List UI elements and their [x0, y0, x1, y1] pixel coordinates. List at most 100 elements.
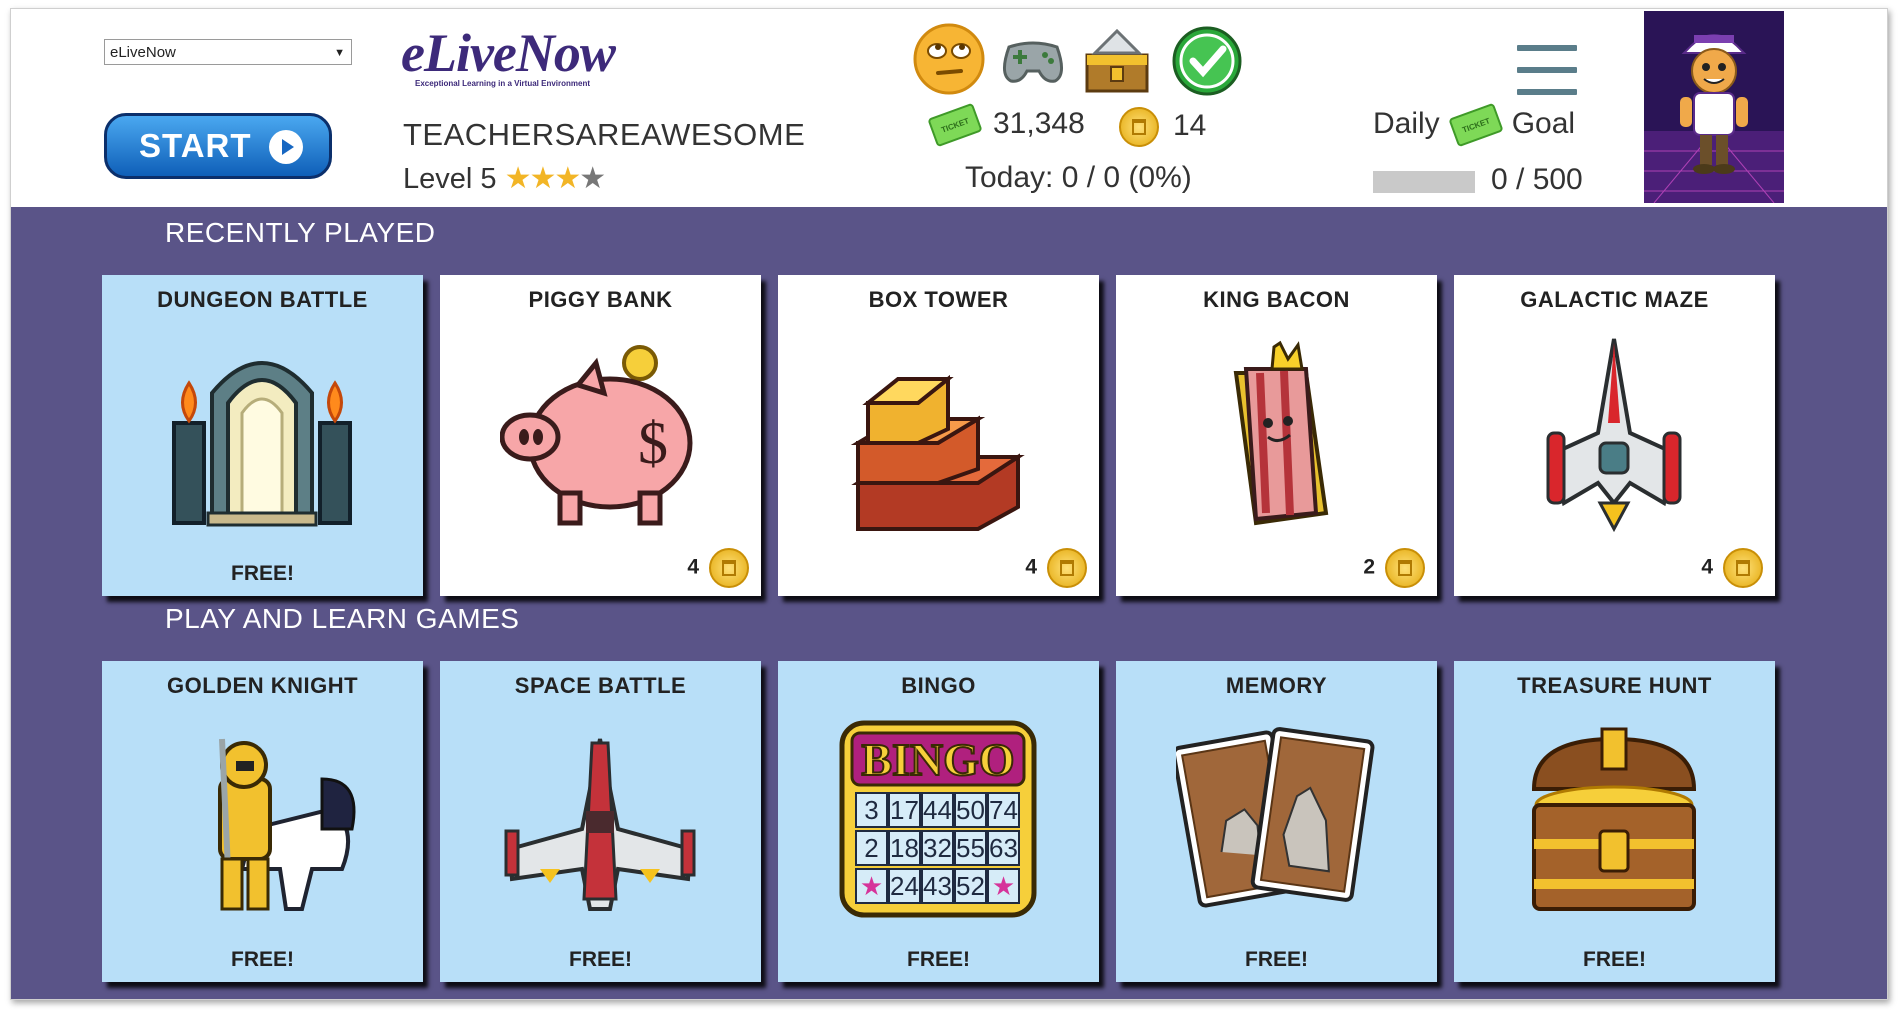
ticket-count-value: 31,348 [993, 107, 1085, 140]
eye-roll-face-icon[interactable] [911, 21, 987, 97]
game-title: BOX TOWER [868, 287, 1009, 312]
box-tower-icon [850, 374, 1025, 531]
bingo-number: 63 [989, 833, 1018, 863]
bingo-star-icon: ★ [992, 871, 1015, 901]
game-title: MEMORY [1225, 673, 1328, 698]
daily-label: Daily [1373, 107, 1440, 140]
price-label: FREE! [231, 948, 294, 971]
price-value: 2 [1363, 555, 1375, 579]
price-value: 4 [1025, 555, 1037, 579]
star-icon: ★ [504, 162, 532, 195]
bingo-number: 43 [923, 871, 952, 901]
game-card-king-bacon[interactable]: KING BACON 2 [1116, 275, 1437, 596]
school-select-value: eLiveNow [110, 44, 176, 61]
hamburger-menu-icon[interactable] [1517, 45, 1577, 111]
elivenow-logo: eLiveNow Exceptional Learning in a Virtu… [401, 23, 631, 107]
bingo-number: 55 [956, 833, 985, 863]
game-card-dungeon-battle[interactable]: DUNGEON BATTLE FREE! [102, 275, 423, 596]
game-card-memory[interactable]: MEMORY FREE! [1116, 661, 1437, 982]
price-tag: 4 [687, 548, 749, 588]
bingo-word: BINGO [861, 734, 1014, 785]
game-card-bingo[interactable]: BINGO BINGO 3 17 44 50 74 2 18 32 55 63 ★ 24 43 52 ★ F… [778, 661, 1099, 982]
level-display: Level 5 ★★★★ [403, 161, 607, 196]
app-frame: eLiveNow ▼ START eLiveNow Exceptional Le… [10, 8, 1888, 1000]
daily-goal-value: 0 / 500 [1491, 163, 1583, 196]
game-card-box-tower[interactable]: BOX TOWER 4 [778, 275, 1099, 596]
svg-text:$: $ [638, 410, 668, 476]
chevron-down-icon: ▼ [334, 47, 345, 59]
game-title: GALACTIC MAZE [1520, 287, 1709, 312]
price-label: FREE! [907, 948, 970, 971]
today-progress: Today: 0 / 0 (0%) [965, 161, 1192, 194]
bingo-number: 17 [890, 795, 919, 825]
price-label: FREE! [231, 562, 294, 585]
game-title: GOLDEN KNIGHT [166, 673, 359, 698]
bingo-number: 32 [923, 833, 952, 863]
bingo-number: 50 [956, 795, 985, 825]
price-label: FREE! [569, 948, 632, 971]
bingo-number: 24 [890, 871, 919, 901]
treasure-chest-icon [1531, 727, 1697, 911]
bingo-number: 74 [989, 795, 1018, 825]
daily-goal-progress-bar [1373, 171, 1475, 193]
space-fighter-icon [504, 738, 696, 911]
avatar[interactable] [1644, 11, 1784, 203]
treasure-bank-icon[interactable] [1081, 25, 1153, 95]
bingo-number: 44 [923, 795, 952, 825]
price-value: 4 [1701, 555, 1713, 579]
coin-icon [1385, 548, 1425, 588]
price-label: FREE! [1245, 948, 1308, 971]
school-select[interactable]: eLiveNow ▼ [104, 39, 352, 65]
username: TEACHERSAREAWESOME [403, 117, 806, 152]
level-stars: ★★★★ [504, 162, 607, 195]
piggy-bank-icon: $ [500, 345, 693, 526]
game-card-piggy-bank[interactable]: PIGGY BANK $ 4 [440, 275, 761, 596]
top-icon-bar [911, 19, 1251, 99]
logo-word: eLiveNow [401, 23, 616, 83]
bingo-number: 52 [956, 871, 985, 901]
coin-icon [1723, 548, 1763, 588]
coin-count: 14 [1119, 107, 1206, 147]
game-card-treasure-hunt[interactable]: TREASURE HUNT FREE! [1454, 661, 1775, 982]
bingo-number: 18 [890, 833, 919, 863]
game-card-space-battle[interactable]: SPACE BATTLE FREE! [440, 661, 761, 982]
bingo-card-icon: BINGO 3 17 44 50 742 18 32 55 63★ 24 43 52 ★ [839, 720, 1037, 918]
spaceship-icon [1546, 338, 1682, 533]
header: eLiveNow ▼ START eLiveNow Exceptional Le… [11, 9, 1887, 207]
start-button[interactable]: START [104, 113, 332, 179]
game-card-golden-knight[interactable]: GOLDEN KNIGHT FREE! [102, 661, 423, 982]
level-label: Level 5 [403, 163, 497, 195]
section-title-games: PLAY AND LEARN GAMES [165, 603, 520, 634]
game-title: PIGGY BANK [528, 287, 673, 312]
golden-knight-icon [218, 738, 356, 911]
coin-icon [709, 548, 749, 588]
ticket-count: TICKET 31,348 [927, 102, 1085, 148]
coin-icon [1119, 107, 1159, 147]
game-title: TREASURE HUNT [1517, 673, 1712, 698]
game-title: BINGO [901, 673, 976, 698]
dungeon-door-icon [172, 361, 352, 527]
price-tag: 4 [1025, 548, 1087, 588]
section-title-recent: RECENTLY PLAYED [165, 217, 436, 248]
start-label: START [139, 127, 252, 164]
gamepad-icon[interactable] [999, 35, 1067, 87]
game-library: RECENTLY PLAYED DUNGEON BATTLE FREE! PIG… [11, 207, 1887, 999]
goal-label: Goal [1511, 107, 1576, 140]
bingo-number: 2 [864, 833, 878, 863]
green-check-icon[interactable] [1171, 25, 1243, 97]
king-bacon-icon [1233, 340, 1329, 526]
star-icon: ★ [554, 162, 581, 195]
star-empty-icon: ★ [579, 162, 606, 195]
price-tag: 4 [1701, 548, 1763, 588]
daily-goal-label: Daily TICKET Goal [1373, 102, 1576, 148]
price-value: 4 [687, 555, 699, 579]
coin-icon [1047, 548, 1087, 588]
game-title: KING BACON [1203, 287, 1350, 312]
game-title: DUNGEON BATTLE [157, 287, 368, 312]
star-icon: ★ [529, 162, 556, 195]
ticket-icon: TICKET [927, 102, 983, 148]
ticket-icon: TICKET [1448, 102, 1504, 148]
bingo-star-icon: ★ [860, 871, 883, 901]
game-card-galactic-maze[interactable]: GALACTIC MAZE 4 [1454, 275, 1775, 596]
coin-count-value: 14 [1173, 108, 1207, 142]
